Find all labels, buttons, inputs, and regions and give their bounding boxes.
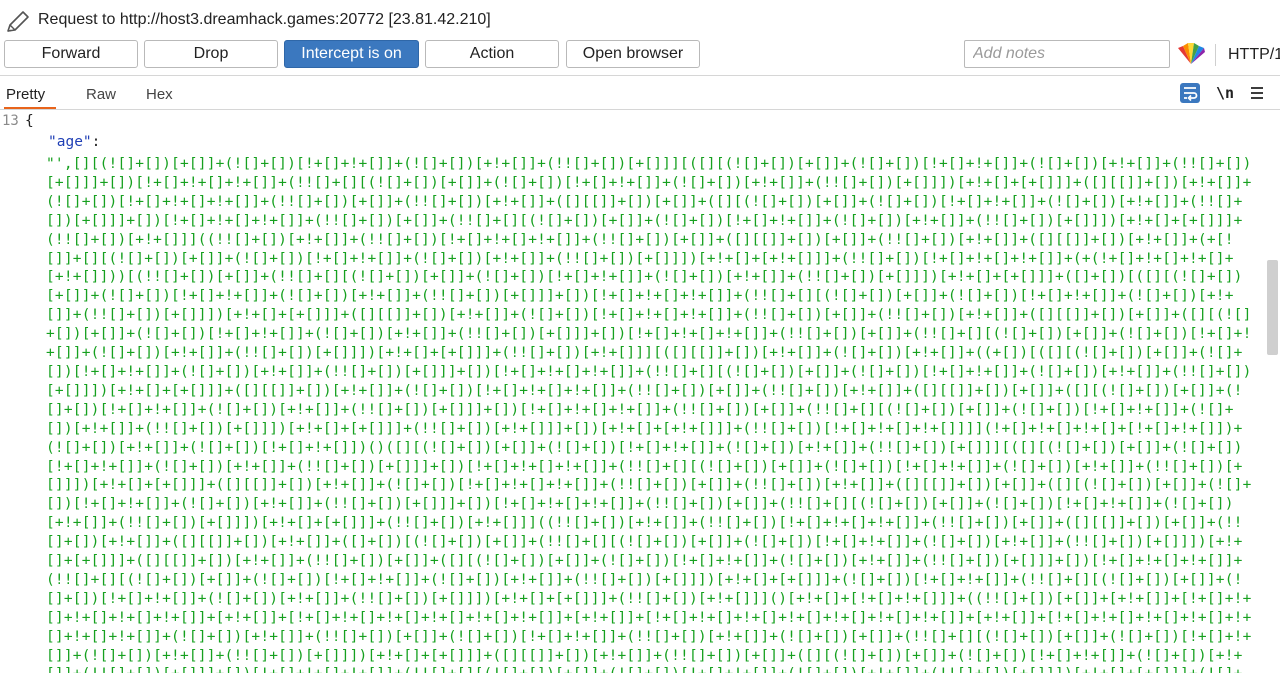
request-title: Request to http://host3.dreamhack.games:… [38, 11, 491, 28]
line-gutter: 13 [0, 110, 20, 673]
json-key-name: "age" [48, 134, 92, 150]
action-button[interactable]: Action [425, 40, 559, 68]
json-colon: : [91, 134, 101, 150]
message-editor[interactable]: 13 { "age": "',[][(![]+[])[+[]]+(![]+[])… [0, 110, 1280, 673]
menu-icon[interactable] [1249, 83, 1265, 103]
tab-hex[interactable]: Hex [146, 86, 173, 103]
add-notes-input[interactable] [964, 40, 1170, 68]
open-browser-button[interactable]: Open browser [566, 40, 700, 68]
newline-icon[interactable]: \n [1216, 83, 1238, 103]
intercept-toggle-button[interactable]: Intercept is on [284, 40, 419, 68]
drop-button[interactable]: Drop [144, 40, 278, 68]
forward-button[interactable]: Forward [4, 40, 138, 68]
json-string-value: "',[][(![]+[])[+[]]+(![]+[])[!+[]+!+[]]+… [46, 156, 1252, 673]
word-wrap-icon[interactable] [1180, 83, 1200, 103]
vertical-scrollbar[interactable] [1267, 260, 1278, 355]
json-open-brace: { [25, 113, 34, 129]
divider [0, 75, 1280, 76]
json-key: "age": [48, 134, 100, 151]
view-tabs: Pretty Raw Hex [0, 78, 1280, 110]
pencil-icon [7, 11, 29, 32]
intercept-toolbar: Forward Drop Intercept is on Action Open… [0, 40, 1280, 72]
toolbar-divider [1215, 44, 1216, 66]
title-bar: Request to http://host3.dreamhack.games:… [0, 0, 1280, 40]
brand-logo-icon [1178, 43, 1205, 64]
http-version-label[interactable]: HTTP/1 [1228, 46, 1280, 64]
tab-pretty[interactable]: Pretty [6, 86, 45, 103]
tab-raw[interactable]: Raw [86, 86, 116, 103]
line-number: 13 [2, 113, 19, 129]
